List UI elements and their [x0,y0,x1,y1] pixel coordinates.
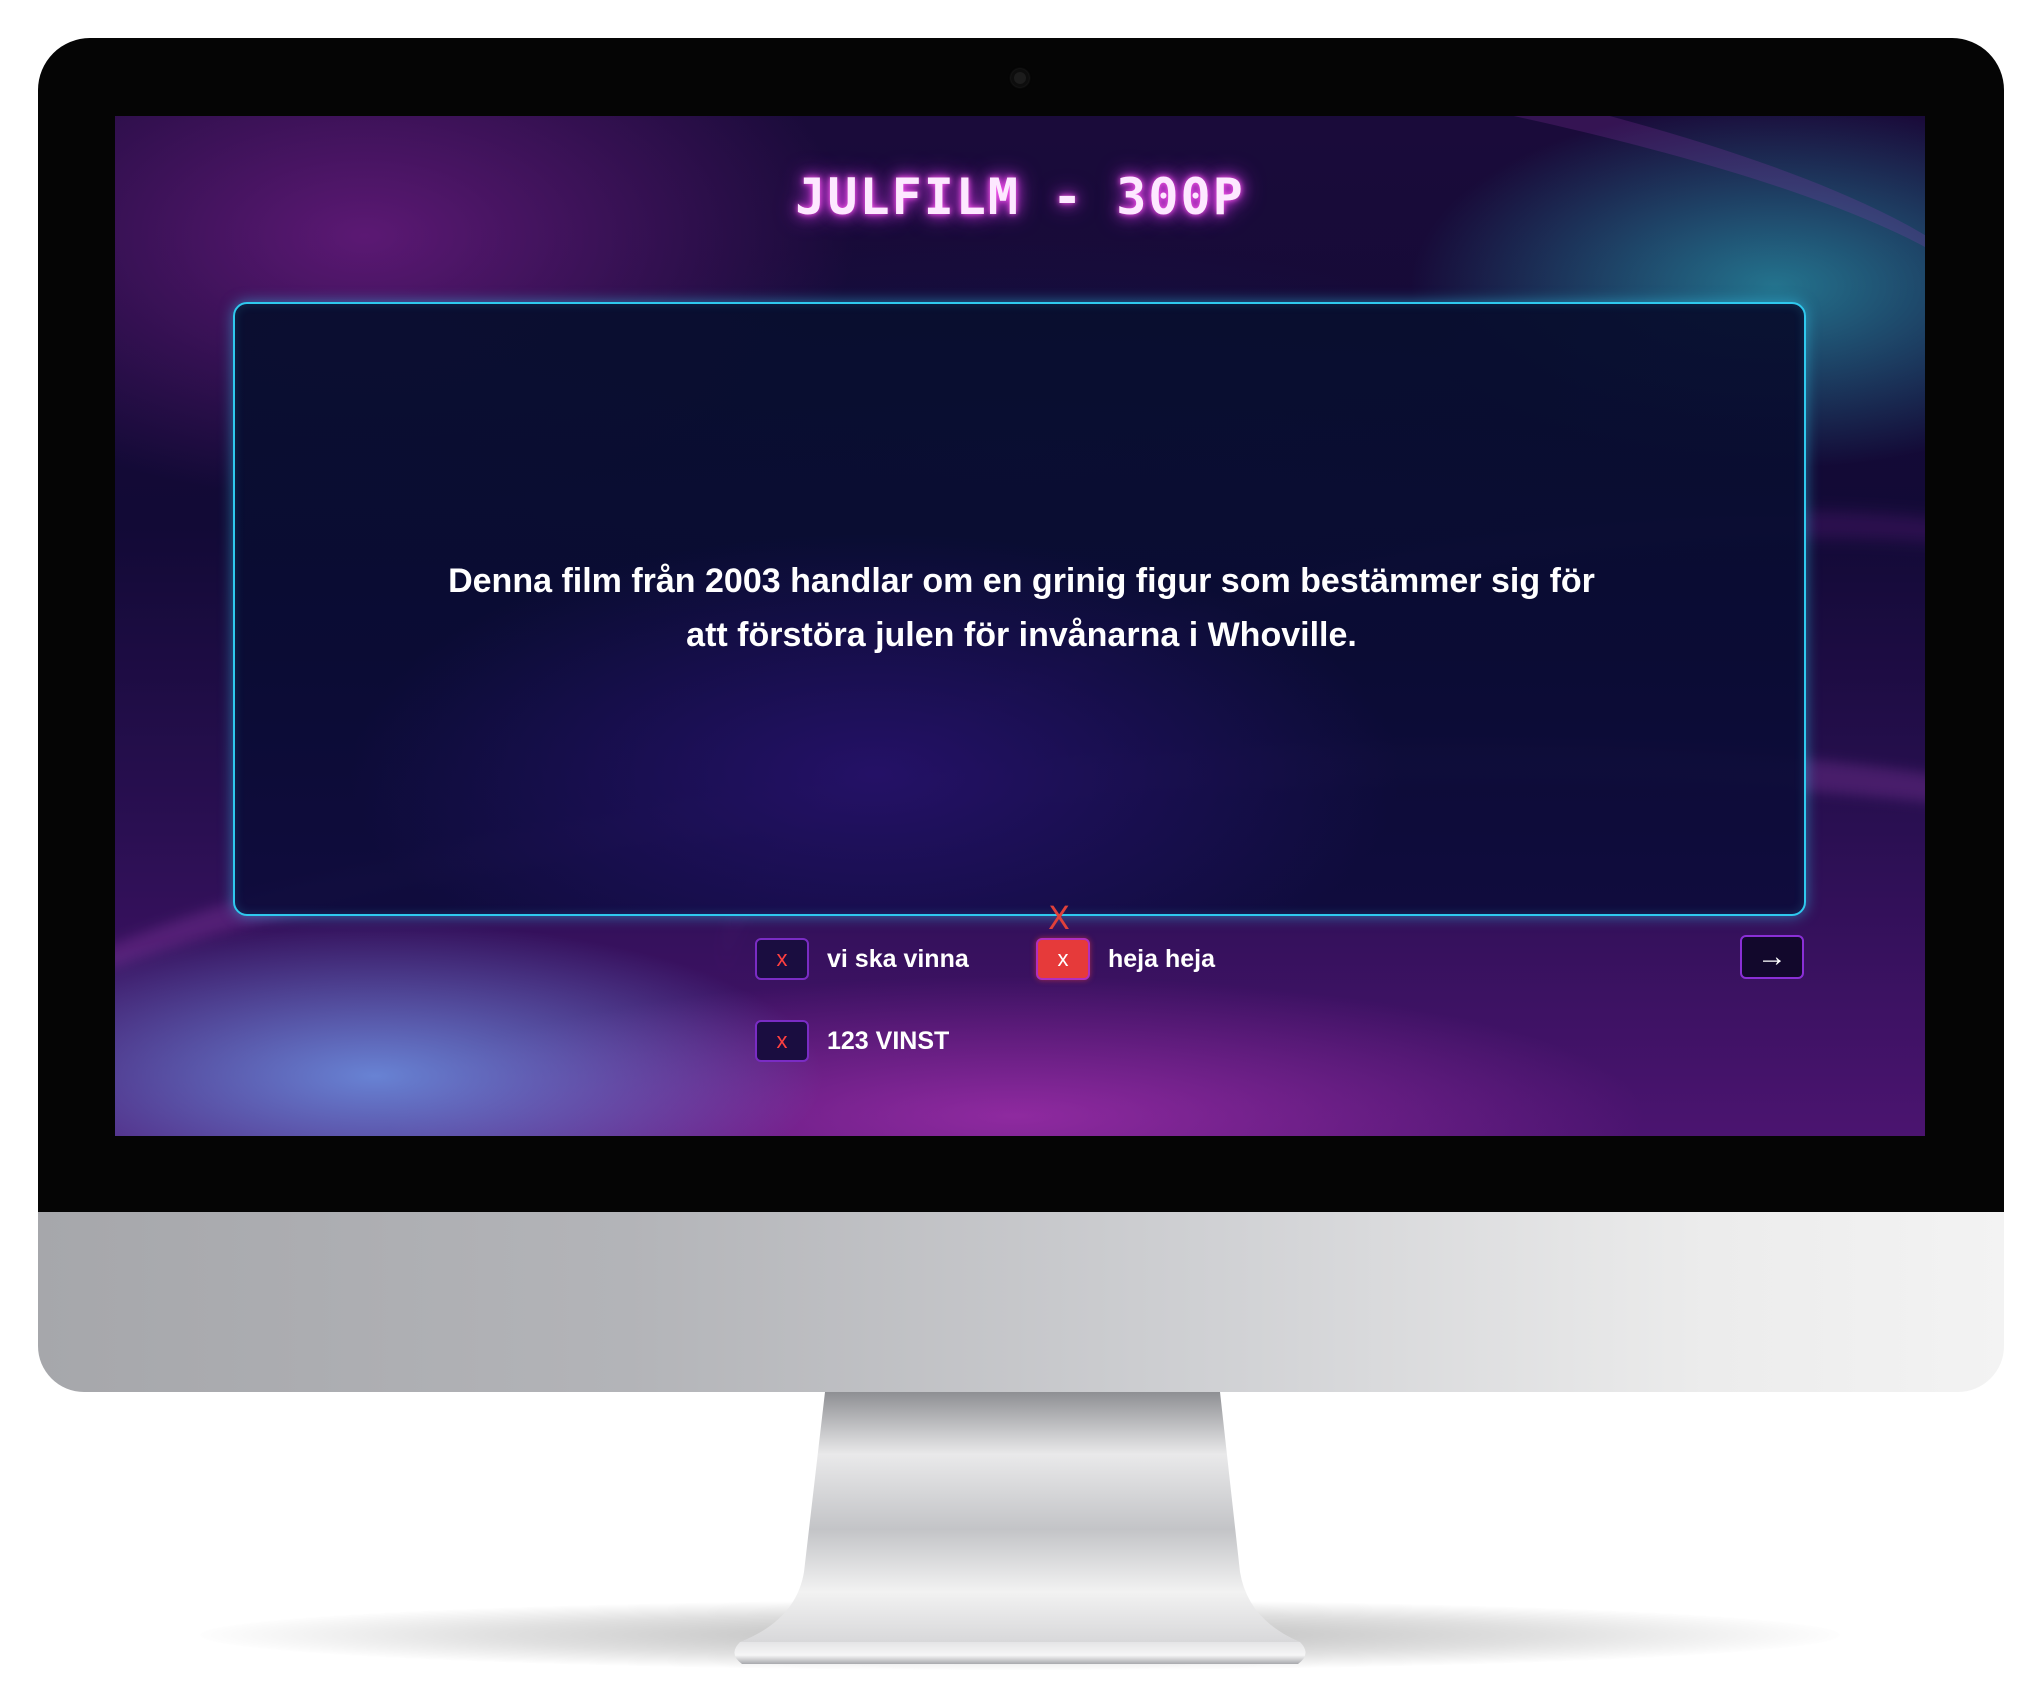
webcam-icon [1011,69,1029,87]
team-name: 123 VINST [827,1026,950,1055]
team-name: vi ska vinna [827,944,969,973]
category-title: JULFILM - 300P [795,168,1245,226]
team-name: heja heja [1108,944,1215,973]
team-row: x 123 VINST [755,1018,949,1064]
question-card: Denna film från 2003 handlar om en grini… [233,302,1806,916]
strike-button[interactable]: x [755,1020,809,1062]
arrow-right-icon: → [1757,940,1787,973]
screen: JULFILM - 300P Denna film från 2003 hand… [115,116,1925,1136]
desktop-mockup: JULFILM - 300P Denna film från 2003 hand… [0,0,2040,1700]
monitor-chin [38,1212,2004,1392]
strike-button[interactable]: x [1036,938,1090,980]
team-row: x heja heja [1036,936,1215,982]
wrong-answer-marker: X [1048,899,1070,937]
next-button[interactable]: → [1740,935,1804,979]
strike-button[interactable]: x [755,938,809,980]
team-row: x vi ska vinna [755,936,969,982]
question-text: Denna film från 2003 handlar om en grini… [448,562,1595,654]
monitor-stand [734,1392,1306,1664]
